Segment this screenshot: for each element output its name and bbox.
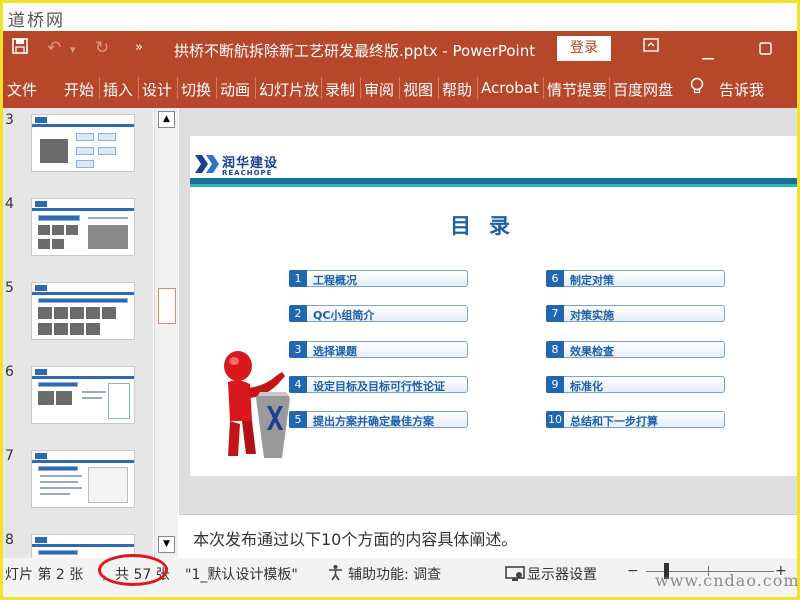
watermark-top: 道桥网 xyxy=(8,11,65,31)
toc-item[interactable]: 8 效果检查 xyxy=(546,341,725,358)
thumb-number: 3 xyxy=(5,112,14,128)
toc-item-number: 1 xyxy=(289,270,307,287)
toc-item[interactable]: 2 QC小组简介 xyxy=(289,305,468,322)
restore-icon[interactable] xyxy=(759,40,772,59)
tab-acrobat[interactable]: Acrobat xyxy=(481,79,539,97)
slide-position: 灯片 第 2 张 xyxy=(5,567,84,583)
toc-item-number: 9 xyxy=(546,376,564,393)
highlight-annotation-oval xyxy=(98,554,168,586)
slide-thumbnail-7[interactable] xyxy=(31,450,135,508)
toc-item-label: 工程概况 xyxy=(313,274,357,287)
tab-transitions[interactable]: 切换 xyxy=(181,79,211,100)
slide-thumbnail-6[interactable] xyxy=(31,366,135,424)
ribbon-tabs: 文件 开始 插入 设计 切换 动画 幻灯片放 录制 审阅 视图 帮助 Acrob… xyxy=(3,67,797,108)
lightbulb-icon[interactable] xyxy=(690,77,704,99)
toc-item-label: 对策实施 xyxy=(570,309,614,322)
save-icon[interactable] xyxy=(12,38,28,59)
logo-company-name-en: REACHOPE xyxy=(222,169,273,177)
scroll-down-arrow-icon[interactable]: ▼ xyxy=(158,536,175,553)
toc-item[interactable]: 4 设定目标及目标可行性论证 xyxy=(289,376,468,393)
watermark-bottom: www.cndao.com xyxy=(655,571,800,590)
toc-item[interactable]: 9 标准化 xyxy=(546,376,725,393)
title-bar: ↶ ▾ ↻ » 拱桥不断航拆除新工艺研发最终版.pptx - PowerPoin… xyxy=(3,31,797,67)
more-icon[interactable]: » xyxy=(135,40,143,55)
display-settings-button[interactable]: 显示器设置 xyxy=(527,564,597,584)
slide-thumbnail-pane[interactable]: 3 4 5 6 7 8 xyxy=(3,108,153,558)
toc-item-number: 10 xyxy=(546,411,564,428)
redo-icon[interactable]: ↻ xyxy=(95,38,109,58)
current-slide[interactable]: 润华建设 REACHOPE 目录 1 工程概况 2 QC小组简介 3 选择课题 … xyxy=(190,136,797,476)
tab-record[interactable]: 录制 xyxy=(325,79,355,100)
ribbon-display-icon[interactable] xyxy=(643,37,659,56)
slide-thumbnail-5[interactable] xyxy=(31,282,135,340)
toc-item[interactable]: 10 总结和下一步打算 xyxy=(546,411,725,428)
scroll-thumb[interactable] xyxy=(158,288,176,324)
login-button[interactable]: 登录 xyxy=(557,36,611,61)
thumbnail-scrollbar[interactable]: ▲ ▼ xyxy=(154,108,178,558)
display-settings-icon[interactable] xyxy=(505,566,525,586)
toc-item-number: 2 xyxy=(289,305,307,322)
company-logo-icon xyxy=(195,155,219,173)
tab-view[interactable]: 视图 xyxy=(403,79,433,100)
toc-item-label: QC小组简介 xyxy=(313,309,375,322)
thumb-number: 6 xyxy=(5,364,14,380)
toc-item-label: 制定对策 xyxy=(570,274,614,287)
toc-item-number: 7 xyxy=(546,305,564,322)
slide-canvas[interactable]: 润华建设 REACHOPE 目录 1 工程概况 2 QC小组简介 3 选择课题 … xyxy=(179,108,797,514)
minimize-icon[interactable] xyxy=(702,45,714,64)
undo-icon[interactable]: ↶ xyxy=(47,38,61,58)
tab-storyboard[interactable]: 情节提要 xyxy=(547,79,607,100)
toc-item-label: 提出方案并确定最佳方案 xyxy=(313,415,434,428)
toc-item[interactable]: 6 制定对策 xyxy=(546,270,725,287)
slide-heading: 目录 xyxy=(450,214,528,238)
tab-insert[interactable]: 插入 xyxy=(103,79,133,100)
slide-thumbnail-4[interactable] xyxy=(31,198,135,256)
toc-item[interactable]: 3 选择课题 xyxy=(289,341,468,358)
toc-item-label: 效果检查 xyxy=(570,345,614,358)
undo-dropdown-icon[interactable]: ▾ xyxy=(70,43,76,56)
toc-item-number: 6 xyxy=(546,270,564,287)
toc-item[interactable]: 7 对策实施 xyxy=(546,305,725,322)
notes-text[interactable]: 本次发布通过以下10个方面的内容具体阐述。 xyxy=(193,526,517,550)
tab-home[interactable]: 开始 xyxy=(64,79,94,100)
tab-file[interactable]: 文件 xyxy=(7,79,37,100)
presenter-figure-icon xyxy=(224,351,290,458)
tell-me-box[interactable]: 告诉我 xyxy=(719,79,764,100)
tab-baidu-netdisk[interactable]: 百度网盘 xyxy=(613,79,673,100)
toc-item-label: 设定目标及目标可行性论证 xyxy=(313,380,445,393)
document-title: 拱桥不断航拆除新工艺研发最终版.pptx - PowerPoint xyxy=(174,42,536,60)
toc-item-number: 8 xyxy=(546,341,564,358)
accessibility-icon[interactable] xyxy=(327,564,344,585)
toc-item[interactable]: 1 工程概况 xyxy=(289,270,468,287)
tab-help[interactable]: 帮助 xyxy=(442,79,472,100)
thumb-number: 7 xyxy=(5,448,14,464)
slide-thumbnail-3[interactable] xyxy=(31,114,135,172)
tab-animations[interactable]: 动画 xyxy=(220,79,250,100)
header-band-accent xyxy=(190,184,797,187)
thumb-number: 8 xyxy=(5,532,14,548)
toc-item-label: 标准化 xyxy=(570,380,603,393)
tab-slideshow[interactable]: 幻灯片放 xyxy=(259,79,319,100)
toc-item[interactable]: 5 提出方案并确定最佳方案 xyxy=(289,411,468,428)
thumb-number: 5 xyxy=(5,280,14,296)
toc-item-label: 选择课题 xyxy=(313,345,357,358)
scroll-up-arrow-icon[interactable]: ▲ xyxy=(158,111,175,128)
speaker-notes[interactable]: 本次发布通过以下10个方面的内容具体阐述。 xyxy=(179,514,797,558)
thumb-number: 4 xyxy=(5,196,14,212)
zoom-out-button[interactable]: − xyxy=(627,563,639,579)
toc-item-label: 总结和下一步打算 xyxy=(570,415,658,428)
template-name: "1_默认设计模板" xyxy=(185,567,298,583)
tab-design[interactable]: 设计 xyxy=(142,79,172,100)
tab-review[interactable]: 审阅 xyxy=(364,79,394,100)
accessibility-status[interactable]: 辅助功能: 调查 xyxy=(348,564,441,584)
